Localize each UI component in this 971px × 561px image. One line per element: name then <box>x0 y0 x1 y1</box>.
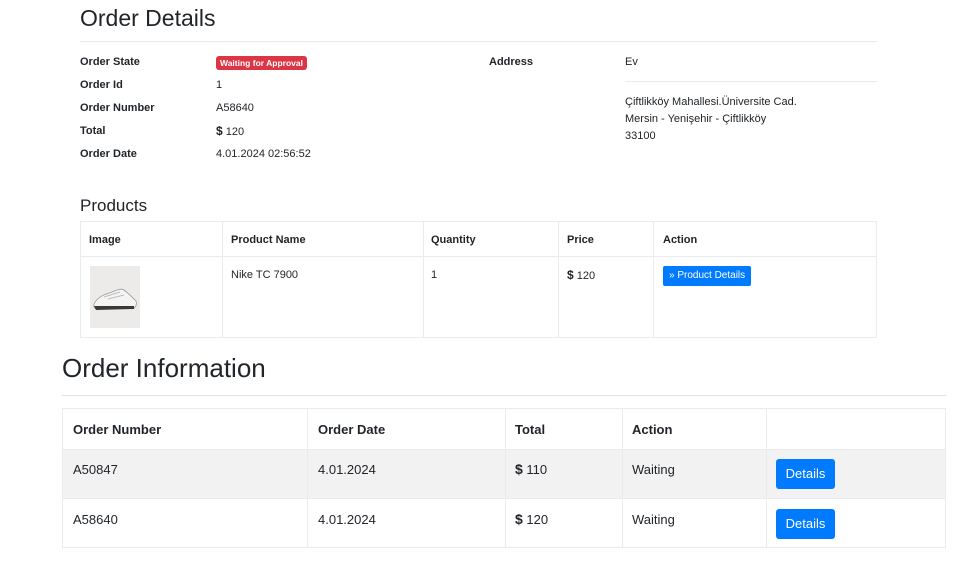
column-divider <box>505 409 506 547</box>
order-date-label: Order Date <box>80 148 137 160</box>
currency-symbol: $ <box>567 268 574 282</box>
divider <box>625 81 877 82</box>
address-line-1: Çiftlikköy Mahallesi.Üniversite Cad. <box>625 96 797 108</box>
address-block: Çiftlikköy Mahallesi.Üniversite Cad. Mer… <box>625 94 797 145</box>
status-cell: Waiting <box>632 462 675 477</box>
column-divider <box>766 409 767 547</box>
divider <box>80 41 877 42</box>
order-id-label: Order Id <box>80 79 123 91</box>
row-divider <box>63 449 945 450</box>
total-value: $ 120 <box>216 124 244 138</box>
row-divider <box>63 498 945 499</box>
divider <box>62 395 946 396</box>
status-badge: Waiting for Approval <box>216 56 307 70</box>
details-button[interactable]: Details <box>776 509 835 539</box>
address-name: Ev <box>625 56 638 68</box>
products-table: Image Product Name Quantity Price Action… <box>80 221 877 338</box>
address-label: Address <box>489 56 534 68</box>
status-cell: Waiting <box>632 512 675 527</box>
sneaker-image <box>90 266 140 328</box>
currency-symbol: $ <box>515 511 523 527</box>
order-information-table: Order Number Order Date Total Action A50… <box>62 408 946 548</box>
currency-symbol: $ <box>216 124 223 138</box>
order-number-cell: A50847 <box>73 462 118 477</box>
column-divider <box>423 222 424 337</box>
address-line-2: Mersin - Yenişehir - Çiftlikköy <box>625 113 767 125</box>
total-amount: 110 <box>526 462 548 477</box>
product-quantity: 1 <box>431 269 438 281</box>
col-header-total: Total <box>515 422 546 437</box>
order-number-value: A58640 <box>216 102 254 114</box>
total-amount: 120 <box>225 126 245 138</box>
column-divider <box>653 222 654 337</box>
order-details-title: Order Details <box>80 5 216 31</box>
details-button[interactable]: Details <box>776 459 835 489</box>
col-header-order-date: Order Date <box>318 422 386 437</box>
column-divider <box>622 409 623 547</box>
row-divider <box>81 256 876 257</box>
total-cell: $ 110 <box>515 461 547 477</box>
price-amount: 120 <box>576 270 596 282</box>
col-header-product-name: Product Name <box>231 234 306 246</box>
column-divider <box>558 222 559 337</box>
currency-symbol: $ <box>515 461 523 477</box>
total-amount: 120 <box>526 512 549 527</box>
col-header-order-number: Order Number <box>73 422 162 437</box>
order-information-title: Order Information <box>62 353 266 383</box>
col-header-action: Action <box>663 234 698 246</box>
total-cell: $ 120 <box>515 511 548 527</box>
col-header-quantity: Quantity <box>431 234 476 246</box>
sneaker-icon <box>93 288 137 310</box>
order-number-label: Order Number <box>80 102 155 114</box>
products-title: Products <box>80 196 148 215</box>
order-date-cell: 4.01.2024 <box>318 512 376 527</box>
address-line-3: 33100 <box>625 130 656 142</box>
order-number-cell: A58640 <box>73 512 118 527</box>
col-header-image: Image <box>89 234 121 246</box>
order-id-value: 1 <box>216 79 223 91</box>
order-date-cell: 4.01.2024 <box>318 462 376 477</box>
total-label: Total <box>80 125 106 137</box>
col-header-price: Price <box>567 234 594 246</box>
product-price: $ 120 <box>567 268 595 282</box>
col-header-action: Action <box>632 422 673 437</box>
product-name: Nike TC 7900 <box>231 269 299 281</box>
order-state-label: Order State <box>80 56 140 68</box>
order-date-value: 4.01.2024 02:56:52 <box>216 148 311 160</box>
column-divider <box>307 409 308 547</box>
column-divider <box>222 222 223 337</box>
product-details-button[interactable]: » Product Details <box>663 266 752 286</box>
